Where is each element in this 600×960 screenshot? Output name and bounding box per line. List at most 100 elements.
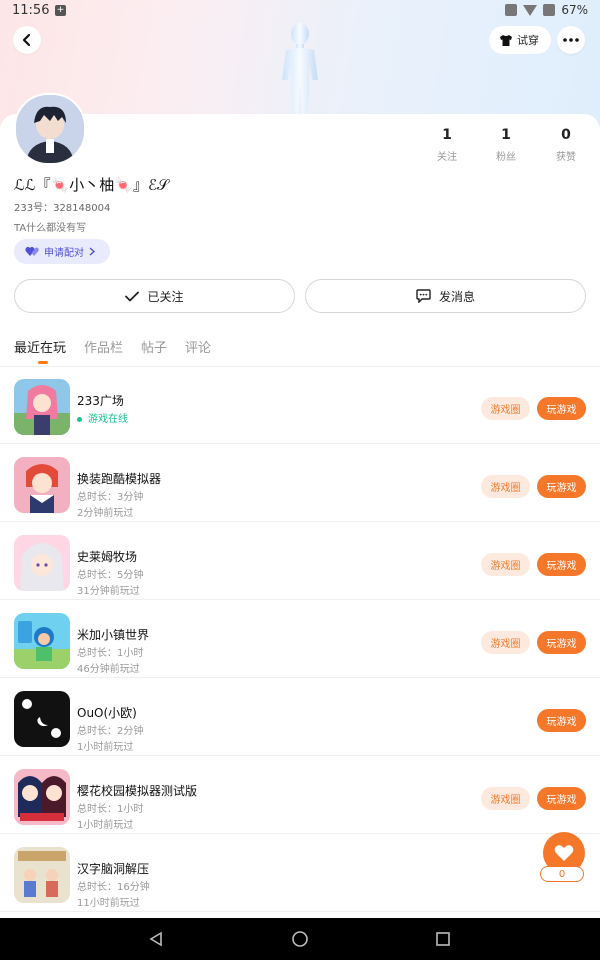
check-icon <box>125 291 140 301</box>
tab-recently-played[interactable]: 最近在玩 <box>14 337 66 356</box>
game-name: 米加小镇世界 <box>77 628 150 642</box>
game-circle-button[interactable]: 游戏圈 <box>481 475 530 498</box>
online-dot-icon <box>77 416 82 422</box>
stat-likes-label: 获赞 <box>556 152 576 163</box>
play-game-button[interactable]: 玩游戏 <box>537 475 586 498</box>
game-row[interactable]: OuO(小欧) 总时长：2分钟 1小时前玩过 玩游戏 <box>0 679 600 756</box>
game-last-played: 1小时前玩过 <box>77 742 134 753</box>
game-name: 史莱姆牧场 <box>77 550 138 564</box>
game-thumbnail <box>14 691 70 747</box>
user-bio: TA什么都没有写 <box>14 223 87 234</box>
game-circle-button[interactable]: 游戏圈 <box>481 631 530 654</box>
user-nickname: ℒℒ『🍬小丶柚🍬』ℰ𝒮 <box>14 176 169 194</box>
chevron-left-icon <box>22 33 31 47</box>
stat-likes-count: 0 <box>561 127 571 143</box>
apply-pair-label: 申请配对 <box>44 248 84 259</box>
game-thumbnail <box>14 535 70 591</box>
user-avatar[interactable] <box>14 93 86 165</box>
more-button[interactable] <box>557 26 585 54</box>
circle-home-icon <box>292 931 308 947</box>
nav-back-button[interactable] <box>147 930 165 948</box>
game-total-time: 总时长：16分钟 <box>77 882 150 893</box>
apply-pair-button[interactable]: 申请配对 <box>14 239 110 264</box>
nav-home-button[interactable] <box>291 930 309 948</box>
game-last-played: 1小时前玩过 <box>77 820 134 831</box>
game-last-played: 31分钟前玩过 <box>77 586 140 597</box>
game-name: OuO(小欧) <box>77 706 137 720</box>
nav-recents-button[interactable] <box>434 930 452 948</box>
game-row[interactable]: 汉字脑洞解压 总时长：16分钟 11小时前玩过 <box>0 835 600 912</box>
stat-following-label: 关注 <box>437 152 457 163</box>
status-time: 11:56 <box>12 3 50 18</box>
back-button[interactable] <box>13 26 41 54</box>
tab-works[interactable]: 作品栏 <box>84 337 123 356</box>
battery-icon <box>543 4 556 16</box>
play-game-button[interactable]: 玩游戏 <box>537 787 586 810</box>
active-tab-indicator <box>38 361 48 364</box>
follow-label: 已关注 <box>147 289 184 304</box>
stat-followers-count: 1 <box>501 127 511 143</box>
tab-comments[interactable]: 评论 <box>185 337 211 356</box>
square-recents-icon <box>436 932 450 946</box>
try-on-button[interactable]: 试穿 <box>489 26 551 54</box>
game-name: 换装跑酷模拟器 <box>77 472 162 486</box>
heart-icon <box>554 845 574 861</box>
user-id: 233号：328148004 <box>14 203 111 214</box>
game-row[interactable]: 换装跑酷模拟器 总时长：3分钟 2分钟前玩过 游戏圈 玩游戏 <box>0 445 600 522</box>
play-game-button[interactable]: 玩游戏 <box>537 553 586 576</box>
game-circle-button[interactable]: 游戏圈 <box>481 553 530 576</box>
send-message-button[interactable]: 发消息 <box>305 279 586 313</box>
game-thumbnail <box>14 847 70 903</box>
game-thumbnail <box>14 379 70 435</box>
game-total-time: 总时长：2分钟 <box>77 726 144 737</box>
chat-icon <box>416 289 431 303</box>
game-name: 樱花校园模拟器测试版 <box>77 784 198 798</box>
avatar-image <box>16 95 84 163</box>
game-total-time: 总时长：1小时 <box>77 804 144 815</box>
game-last-played: 46分钟前玩过 <box>77 664 140 675</box>
more-icon <box>563 38 579 42</box>
game-row[interactable]: 樱花校园模拟器测试版 总时长：1小时 1小时前玩过 游戏圈 玩游戏 <box>0 757 600 834</box>
stat-following[interactable]: 1 关注 <box>427 127 467 163</box>
like-count: 0 <box>540 866 584 882</box>
tab-posts[interactable]: 帖子 <box>141 337 167 356</box>
game-circle-button[interactable]: 游戏圈 <box>481 787 530 810</box>
system-nav-bar <box>0 918 600 960</box>
game-thumbnail <box>14 613 70 669</box>
play-game-button[interactable]: 玩游戏 <box>537 397 586 420</box>
game-thumbnail <box>14 457 70 513</box>
game-last-played: 2分钟前玩过 <box>77 508 134 519</box>
game-circle-button[interactable]: 游戏圈 <box>481 397 530 420</box>
try-on-label: 试穿 <box>517 34 539 47</box>
game-online-status: 游戏在线 <box>77 410 128 425</box>
game-name: 汉字脑洞解压 <box>77 862 150 876</box>
status-bar: 11:56 + 67% <box>0 0 600 22</box>
game-name: 233广场 <box>77 394 124 408</box>
triangle-back-icon <box>149 931 162 947</box>
chevron-right-icon <box>89 247 95 256</box>
status-indicators: 67% <box>505 3 588 17</box>
game-last-played: 11小时前玩过 <box>77 898 140 909</box>
game-total-time: 总时长：3分钟 <box>77 492 144 503</box>
stat-following-count: 1 <box>442 127 452 143</box>
play-game-button[interactable]: 玩游戏 <box>537 709 586 732</box>
send-message-label: 发消息 <box>438 289 475 304</box>
follow-button[interactable]: 已关注 <box>14 279 295 313</box>
game-row[interactable]: 史莱姆牧场 总时长：5分钟 31分钟前玩过 游戏圈 玩游戏 <box>0 523 600 600</box>
play-game-button[interactable]: 玩游戏 <box>537 631 586 654</box>
game-total-time: 总时长：5分钟 <box>77 570 144 581</box>
double-heart-icon <box>25 246 39 256</box>
shirt-icon <box>500 34 512 46</box>
battery-level: 67% <box>561 3 588 17</box>
stat-followers[interactable]: 1 粉丝 <box>486 127 526 163</box>
game-row[interactable]: 米加小镇世界 总时长：1小时 46分钟前玩过 游戏圈 玩游戏 <box>0 601 600 678</box>
game-thumbnail <box>14 769 70 825</box>
game-total-time: 总时长：1小时 <box>77 648 144 659</box>
stat-likes[interactable]: 0 获赞 <box>546 127 586 163</box>
stat-followers-label: 粉丝 <box>496 152 516 163</box>
game-row[interactable]: 233广场 游戏在线 游戏圈 玩游戏 <box>0 367 600 444</box>
wifi-icon <box>523 4 538 16</box>
vibrate-icon <box>505 4 518 16</box>
avatar-figure-image <box>282 23 318 116</box>
notification-icon: + <box>55 5 66 16</box>
